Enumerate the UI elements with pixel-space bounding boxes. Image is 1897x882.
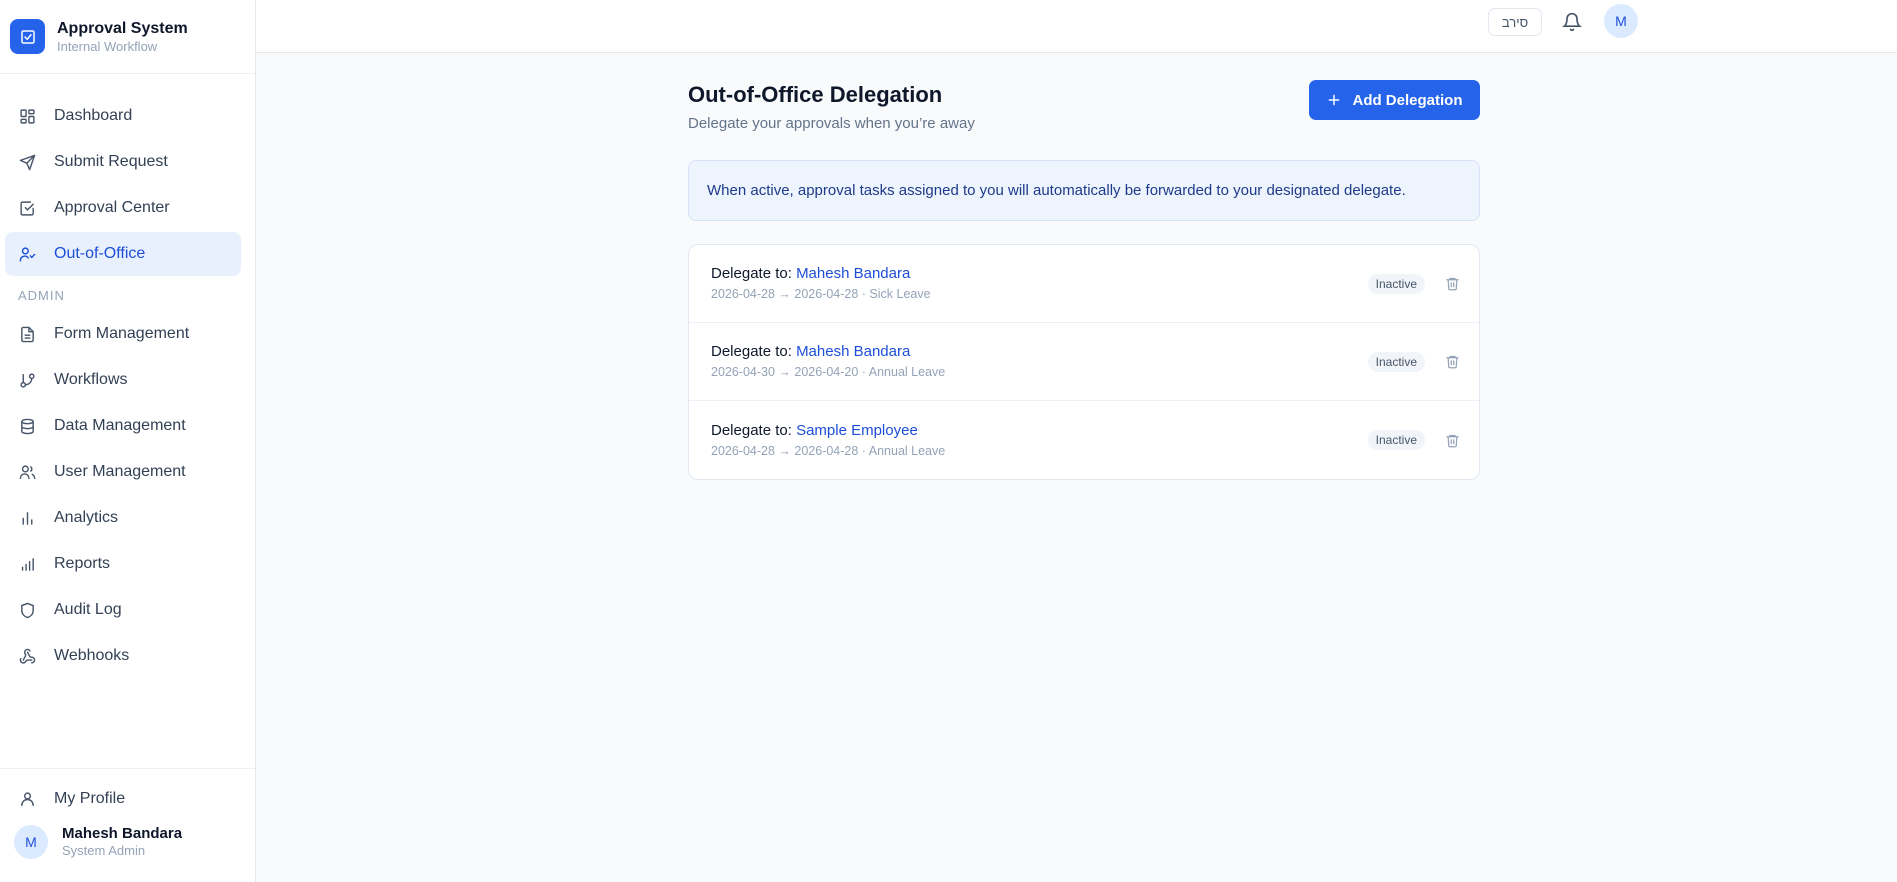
user-card: M Mahesh Bandara System Admin (0, 825, 255, 859)
info-banner: When active, approval tasks assigned to … (688, 160, 1480, 221)
top-bar (256, 0, 1897, 53)
add-delegation-label: Add Delegation (1352, 91, 1463, 109)
sidebar-item-workflows[interactable]: Workflows (5, 358, 241, 402)
delegation-row: Delegate to: Mahesh Bandara 2026-04-30 →… (689, 323, 1479, 401)
add-delegation-button[interactable]: Add Delegation (1309, 80, 1480, 120)
bar-chart-icon (18, 509, 36, 527)
signal-icon (18, 555, 36, 573)
sidebar-item-audit-log[interactable]: Audit Log (5, 588, 241, 632)
sidebar: Approval System Internal Workflow Dashbo… (0, 0, 256, 882)
user-check-icon (18, 245, 36, 263)
page-title: Out-of-Office Delegation (688, 82, 943, 107)
delegation-title: Delegate to: Sample Employee (711, 421, 1368, 441)
sidebar-item-out-of-office[interactable]: Out-of-Office (5, 232, 241, 276)
sidebar-item-label: Approval Center (54, 199, 170, 216)
delegation-meta: 2026-04-28 → 2026-04-28 · Sick Leave (711, 287, 931, 301)
sidebar-item-label: Out-of-Office (54, 245, 146, 262)
admin-section-label: ADMIN (18, 288, 65, 303)
main-content: Out-of-Office Delegation Delegate your a… (688, 53, 1480, 480)
sidebar-item-approval-center[interactable]: Approval Center (5, 186, 241, 230)
sidebar-item-submit-request[interactable]: Submit Request (5, 140, 241, 184)
sidebar-item-label: Workflows (54, 371, 128, 388)
sidebar-item-label: Data Management (54, 417, 186, 434)
brand: Approval System Internal Workflow (0, 0, 255, 74)
git-branch-icon (18, 371, 36, 389)
user-avatar-button[interactable]: M (1604, 4, 1638, 38)
sidebar-item-form-management[interactable]: Form Management (5, 312, 241, 356)
sidebar-item-label: Form Management (54, 325, 190, 342)
sidebar-item-label: User Management (54, 463, 186, 480)
status-badge: Inactive (1367, 430, 1425, 450)
delegate-name: Mahesh Bandara (796, 265, 911, 282)
delegation-title: Delegate to: Mahesh Bandara (711, 342, 1368, 362)
sidebar-item-analytics[interactable]: Analytics (5, 496, 241, 540)
avatar: M (14, 825, 48, 859)
sidebar-item-label: Analytics (54, 509, 119, 526)
sidebar-footer: My Profile M Mahesh Bandara System Admin (0, 768, 255, 882)
page-subtitle: Delegate your approvals when you’re away (688, 115, 975, 132)
plus-icon (1326, 92, 1342, 108)
sidebar-item-label: Dashboard (54, 107, 133, 124)
grid-icon (18, 107, 36, 125)
webhook-icon (18, 647, 36, 665)
delegate-prefix: Delegate to: (711, 343, 792, 360)
main-nav: Dashboard Submit Request Approval Center… (0, 74, 255, 678)
trash-icon[interactable] (1443, 275, 1461, 293)
user-icon (18, 790, 36, 808)
database-icon (18, 417, 36, 435)
file-text-icon (18, 325, 36, 343)
users-icon (18, 463, 36, 481)
app-logo-icon (10, 19, 45, 54)
app-subtitle: Internal Workflow (57, 38, 158, 54)
sidebar-item-user-management[interactable]: User Management (5, 450, 241, 494)
language-toggle-button[interactable]: סירב (1488, 8, 1542, 36)
sidebar-item-label: Audit Log (54, 601, 122, 618)
trash-icon[interactable] (1443, 431, 1461, 449)
delegation-row: Delegate to: Sample Employee 2026-04-28 … (689, 401, 1479, 479)
delegation-row: Delegate to: Mahesh Bandara 2026-04-28 →… (689, 245, 1479, 323)
delegation-title: Delegate to: Mahesh Bandara (711, 264, 1368, 284)
page-header: Out-of-Office Delegation Delegate your a… (688, 53, 1480, 160)
notifications-bell-icon[interactable] (1558, 8, 1586, 36)
delegation-meta: 2026-04-30 → 2026-04-20 · Annual Leave (711, 365, 946, 379)
sidebar-item-data-management[interactable]: Data Management (5, 404, 241, 448)
status-badge: Inactive (1367, 273, 1425, 294)
shield-icon (18, 601, 36, 619)
delegation-list: Delegate to: Mahesh Bandara 2026-04-28 →… (688, 244, 1480, 480)
delegate-name: Mahesh Bandara (796, 343, 911, 360)
info-banner-text: When active, approval tasks assigned to … (707, 182, 1406, 199)
sidebar-item-webhooks[interactable]: Webhooks (5, 634, 241, 678)
status-badge: Inactive (1367, 351, 1425, 372)
sidebar-item-label: Submit Request (54, 153, 168, 170)
user-name: Mahesh Bandara (62, 825, 183, 842)
app-title: Approval System (57, 19, 188, 37)
my-profile-label: My Profile (54, 790, 126, 807)
check-square-icon (18, 199, 36, 217)
delegation-meta: 2026-04-28 → 2026-04-28 · Annual Leave (711, 443, 946, 458)
sidebar-item-label: Webhooks (54, 647, 130, 664)
user-role: System Admin (62, 843, 146, 858)
trash-icon[interactable] (1443, 353, 1461, 371)
delegate-prefix: Delegate to: (711, 421, 792, 439)
delegate-prefix: Delegate to: (711, 265, 792, 282)
my-profile-link[interactable]: My Profile (5, 777, 241, 821)
sidebar-item-dashboard[interactable]: Dashboard (5, 94, 241, 138)
delegate-name: Sample Employee (796, 421, 918, 439)
sidebar-item-reports[interactable]: Reports (5, 542, 241, 586)
sidebar-item-label: Reports (54, 555, 111, 572)
send-icon (18, 153, 36, 171)
